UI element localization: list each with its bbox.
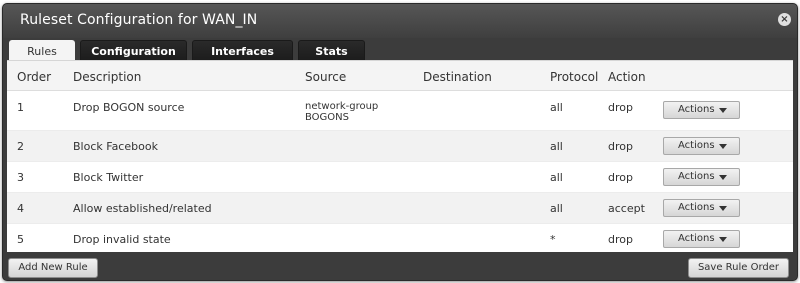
header-protocol: Protocol (550, 70, 599, 84)
header-source: Source (305, 70, 347, 84)
ruleset-dialog: Ruleset Configuration for WAN_IN × Rules… (2, 3, 798, 281)
row-protocol: * (550, 233, 556, 246)
tab-bar: Rules Configuration Interfaces Stats (9, 40, 370, 61)
actions-label: Actions (678, 171, 715, 182)
tab-interfaces[interactable]: Interfaces (192, 40, 293, 61)
row-action: drop (608, 140, 633, 153)
row-order: 3 (17, 171, 24, 184)
chevron-down-icon (719, 206, 727, 211)
row-description: Drop invalid state (73, 233, 171, 246)
dialog-title: Ruleset Configuration for WAN_IN (20, 12, 258, 28)
row-action: drop (608, 233, 633, 246)
save-rule-order-button[interactable]: Save Rule Order (688, 258, 789, 278)
tab-configuration[interactable]: Configuration (80, 40, 187, 61)
actions-dropdown-button[interactable]: Actions (663, 137, 740, 155)
chevron-down-icon (719, 144, 727, 149)
row-order: 5 (17, 233, 24, 246)
row-protocol: all (550, 171, 563, 184)
row-description: Block Twitter (73, 171, 144, 184)
row-protocol: all (550, 101, 563, 114)
table-row: 4 Allow established/related all accept A… (7, 193, 793, 224)
tab-stats[interactable]: Stats (298, 40, 365, 61)
row-protocol: all (550, 140, 563, 153)
dialog-titlebar: Ruleset Configuration for WAN_IN × (3, 4, 797, 38)
header-description: Description (73, 70, 142, 84)
row-action: drop (608, 171, 633, 184)
row-source-line: BOGONS (305, 112, 350, 123)
table-row: 1 Drop BOGON source network-group BOGONS… (7, 91, 793, 131)
actions-dropdown-button[interactable]: Actions (663, 230, 740, 248)
row-description: Allow established/related (73, 202, 212, 215)
row-action: drop (608, 101, 633, 114)
chevron-down-icon (719, 175, 727, 180)
table-row: 2 Block Facebook all drop Actions (7, 131, 793, 162)
actions-label: Actions (678, 104, 715, 115)
chevron-down-icon (719, 108, 727, 113)
table-row: 5 Drop invalid state * drop Actions (7, 224, 793, 253)
row-order: 4 (17, 202, 24, 215)
table-header: Order Description Source Destination Pro… (7, 61, 793, 91)
row-order: 2 (17, 140, 24, 153)
actions-dropdown-button[interactable]: Actions (663, 199, 740, 217)
row-source: network-group BOGONS (305, 101, 378, 123)
row-source-line: network-group (305, 101, 379, 112)
add-new-rule-button[interactable]: Add New Rule (8, 258, 98, 278)
actions-label: Actions (678, 202, 715, 213)
row-protocol: all (550, 202, 563, 215)
header-order: Order (17, 70, 52, 84)
rules-table: Order Description Source Destination Pro… (7, 60, 793, 252)
row-action: accept (608, 202, 645, 215)
actions-label: Actions (678, 140, 715, 151)
header-destination: Destination (423, 70, 492, 84)
row-description: Drop BOGON source (73, 101, 185, 114)
actions-dropdown-button[interactable]: Actions (663, 101, 740, 119)
row-description: Block Facebook (73, 140, 158, 153)
table-row: 3 Block Twitter all drop Actions (7, 162, 793, 193)
header-action: Action (608, 70, 646, 84)
dialog-footer: Add New Rule Save Rule Order (3, 252, 797, 280)
row-order: 1 (17, 101, 24, 114)
actions-label: Actions (678, 233, 715, 244)
actions-dropdown-button[interactable]: Actions (663, 168, 740, 186)
close-icon[interactable]: × (778, 13, 791, 26)
chevron-down-icon (719, 237, 727, 242)
tab-rules[interactable]: Rules (9, 40, 75, 61)
